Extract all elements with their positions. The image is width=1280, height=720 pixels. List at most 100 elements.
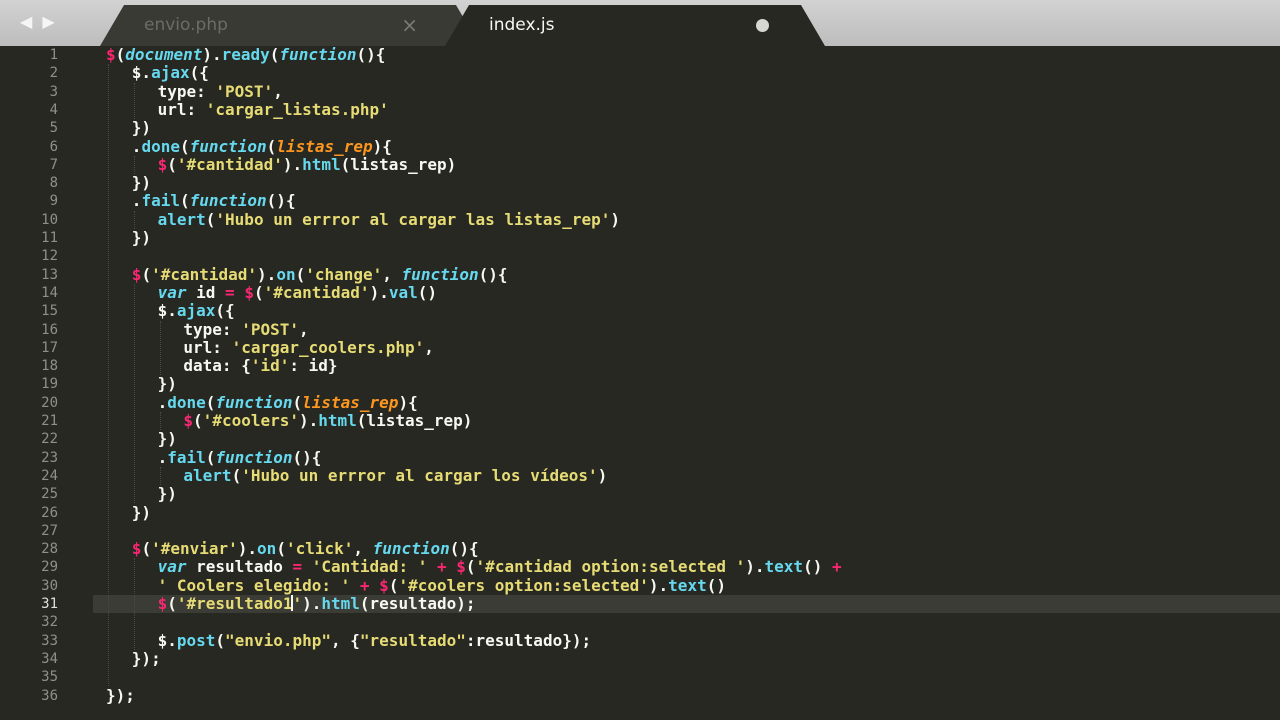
code-token: '#cantidad' (151, 264, 258, 284)
tab-label: envio.php (144, 15, 228, 35)
line-content: url: 'cargar_listas.php' (158, 100, 389, 119)
code-line[interactable]: 31 $('#resultado1').html(resultado); (0, 595, 1280, 613)
line-number: 23 (41, 449, 58, 466)
code-token: on (257, 539, 277, 559)
code-token: , (424, 337, 434, 357)
code-token: ( (292, 392, 303, 412)
line-content: $('#cantidad').on('change', function(){ (132, 264, 508, 284)
line-content: alert('Hubo un errror al cargar los víde… (183, 465, 607, 485)
code-token: ( (179, 136, 190, 156)
code-line[interactable]: 29 var resultado = 'Cantidad: ' + $('#can… (0, 558, 1280, 576)
code-line[interactable]: 30 ' Coolers elegido: ' + $('#coolers opt… (0, 575, 1280, 595)
line-content: type: 'POST', (183, 319, 308, 339)
tab-index-js[interactable]: index.js (445, 5, 825, 46)
code-token: $ (244, 282, 254, 302)
code-token: function (279, 45, 357, 64)
code-line[interactable]: 22}) (0, 430, 1280, 448)
code-token: 'POST' (241, 319, 299, 339)
code-token: ( (465, 557, 476, 577)
code-line[interactable]: 24 alert('Hubo un errror al cargar los ví… (0, 465, 1280, 485)
code-token: ( (193, 411, 203, 430)
code-token: ( (295, 264, 306, 284)
code-line[interactable]: 18 data: {'id': id} (0, 357, 1280, 375)
code-line[interactable]: 1 $(document).ready(function(){ (0, 46, 1280, 64)
code-line[interactable]: 16 type: 'POST', (0, 319, 1280, 339)
code-line[interactable]: 13 $('#cantidad').on('change', function()… (0, 264, 1280, 284)
line-number: 33 (41, 632, 58, 649)
code-token: }) (157, 374, 177, 394)
code-line[interactable]: 14 var id = $('#cantidad').val() (0, 282, 1280, 302)
code-token: ( (231, 465, 242, 485)
code-token: done (141, 136, 180, 156)
code-line[interactable]: 17 url: 'cargar_coolers.php', (0, 337, 1280, 357)
code-line[interactable]: 35 (0, 668, 1280, 686)
code-token: 'Hubo un errror al cargar los vídeos' (241, 465, 598, 485)
code-token: = (292, 557, 303, 577)
code-line[interactable]: 27 (0, 522, 1280, 540)
code-token: () (417, 282, 437, 302)
code-line[interactable]: 9 .fail(function(){ (0, 192, 1280, 210)
code-line[interactable]: 5}) (0, 119, 1280, 137)
code-token: '#enviar' (151, 539, 238, 559)
code-token: 'id' (250, 356, 290, 376)
line-number: 36 (41, 687, 58, 704)
line-number: 20 (41, 394, 58, 411)
previous-tab-icon[interactable]: ◀ (20, 12, 32, 32)
code-token: function (372, 539, 450, 559)
code-line[interactable]: 23 .fail(function(){ (0, 448, 1280, 467)
tab-envio-php[interactable]: envio.php × (100, 5, 480, 46)
code-token: . (157, 392, 168, 412)
code-line[interactable]: 36}); (0, 686, 1280, 705)
line-number: 34 (41, 650, 58, 667)
code-token: post (176, 630, 216, 650)
line-number: 13 (41, 266, 58, 283)
code-line[interactable]: 2 $.ajax({ (0, 64, 1280, 82)
tab-bar: ◀ ▶ envio.php × index.js (0, 0, 1280, 46)
line-number: 28 (41, 541, 58, 558)
code-line[interactable]: 4 url: 'cargar_listas.php' (0, 100, 1280, 119)
code-line[interactable]: 26}) (0, 503, 1280, 522)
code-line[interactable]: 21 $('#coolers').html(listas_rep) (0, 412, 1280, 430)
code-line[interactable]: 6 .done(function(listas_rep){ (0, 136, 1280, 156)
code-token: + (359, 575, 370, 595)
code-token: 'cargar_coolers.php' (231, 337, 425, 357)
code-token: listas_rep (302, 392, 399, 412)
code-line[interactable]: 10 alert('Hubo un errror al cargar las li… (0, 210, 1280, 229)
code-line[interactable]: 12 (0, 247, 1280, 265)
code-token: $ (131, 539, 142, 559)
code-line[interactable]: 3 type: 'POST', (0, 82, 1280, 101)
code-line[interactable]: 19}) (0, 375, 1280, 393)
code-token: ( (269, 45, 280, 64)
tab-label: index.js (489, 15, 555, 35)
code-line[interactable]: 34}); (0, 649, 1280, 668)
line-number: 12 (41, 248, 58, 265)
code-line[interactable]: 8}) (0, 174, 1280, 192)
line-content: .done(function(listas_rep){ (157, 392, 418, 412)
code-line[interactable]: 28 $('#enviar').on('click', function(){ (0, 540, 1280, 558)
code-line[interactable]: 33 $.post("envio.php", {"resultado":resul… (0, 630, 1280, 650)
line-number: 27 (41, 522, 58, 539)
line-content: var id = $('#cantidad').val() (158, 282, 437, 302)
code-line[interactable]: 32 (0, 613, 1280, 631)
next-tab-icon[interactable]: ▶ (42, 12, 54, 32)
close-icon[interactable]: × (401, 13, 418, 37)
unsaved-dot-icon[interactable] (756, 19, 769, 32)
line-content: type: 'POST', (158, 82, 283, 101)
code-token: ' (292, 594, 303, 613)
code-line[interactable]: 25}) (0, 485, 1280, 503)
line-number: 25 (41, 486, 58, 503)
code-token: (){ (478, 264, 508, 284)
code-line[interactable]: 11}) (0, 229, 1280, 247)
code-editor[interactable]: 1 $(document).ready(function(){2 $.ajax({3… (0, 46, 1280, 720)
code-line[interactable]: 15 $.ajax({ (0, 302, 1280, 320)
line-content: $('#enviar').on('click', function(){ (132, 540, 479, 558)
code-token: $. (131, 63, 152, 83)
code-token: ). (282, 154, 303, 174)
code-line[interactable]: 20 .done(function(listas_rep){ (0, 392, 1280, 412)
line-content: $.post("envio.php", {"resultado":resulta… (158, 630, 592, 650)
line-number: 24 (41, 467, 58, 484)
code-line[interactable]: 7 $('#cantidad').html(listas_rep) (0, 154, 1280, 174)
code-token: ). (257, 264, 277, 284)
